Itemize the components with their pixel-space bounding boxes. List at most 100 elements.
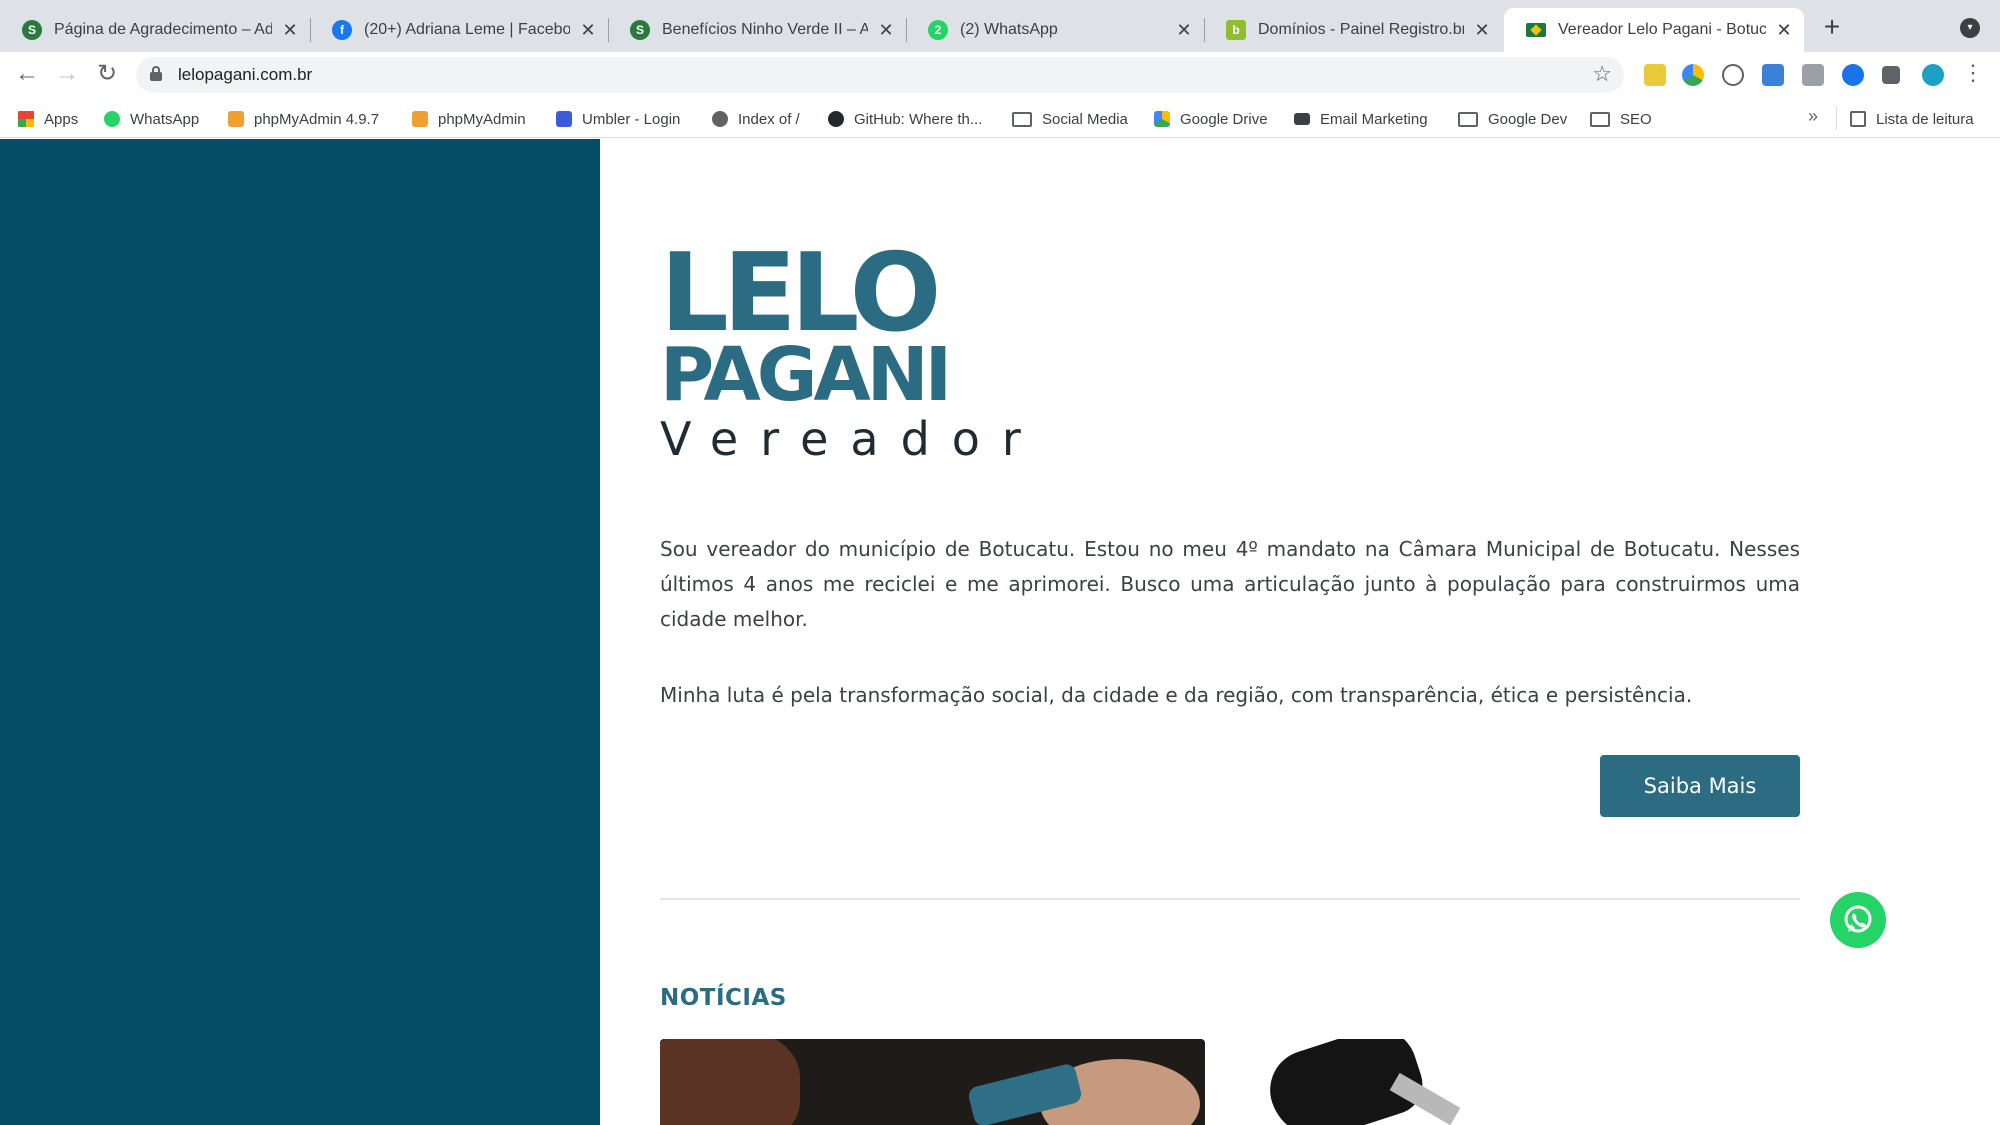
tab-label: (20+) Adriana Leme | Faceboo <box>364 21 570 38</box>
close-icon[interactable]: ✕ <box>1774 20 1794 41</box>
bookmark-label: GitHub: Where th... <box>854 110 983 128</box>
bookmark-label: Social Media <box>1042 110 1128 128</box>
bookmarks-bar: Apps WhatsApp phpMyAdmin 4.9.7 phpMyAdmi… <box>0 98 2000 138</box>
reading-list-button[interactable]: Lista de leitura <box>1850 108 1974 130</box>
lock-icon[interactable] <box>150 66 162 81</box>
bookmark-google-drive[interactable]: Google Drive <box>1154 108 1268 130</box>
news-heading: NOTÍCIAS <box>660 985 787 1011</box>
facebook-icon: f <box>332 20 352 40</box>
bookmark-apps[interactable]: Apps <box>18 108 78 130</box>
whatsapp-icon <box>104 111 120 127</box>
tab-whatsapp[interactable]: 2 (2) WhatsApp ✕ <box>906 8 1204 52</box>
bookmark-label: WhatsApp <box>130 110 200 128</box>
back-button[interactable]: ← <box>12 60 42 90</box>
tab-lelo-pagani[interactable]: Vereador Lelo Pagani - Botucat ✕ <box>1504 8 1804 52</box>
folder-icon <box>1590 111 1610 127</box>
tab-registro-br[interactable]: b Domínios - Painel Registro.br ✕ <box>1204 8 1502 52</box>
whatsapp-icon <box>1844 905 1872 933</box>
mission-paragraph: Minha luta é pela transformação social, … <box>660 683 1693 707</box>
close-icon[interactable]: ✕ <box>578 20 598 41</box>
envelope-icon <box>1294 113 1310 125</box>
folder-icon <box>1012 111 1032 127</box>
bookmark-label: phpMyAdmin <box>438 110 526 128</box>
address-bar[interactable]: lelopagani.com.br ☆ <box>136 57 1624 93</box>
bookmark-label: Google Drive <box>1180 110 1268 128</box>
close-icon[interactable]: ✕ <box>280 20 300 41</box>
tab-label: Domínios - Painel Registro.br <box>1258 21 1464 38</box>
bookmark-phpmyadmin[interactable]: phpMyAdmin <box>412 108 526 130</box>
intro-paragraph: Sou vereador do município de Botucatu. E… <box>660 537 1800 631</box>
bookmark-label: Apps <box>44 110 79 128</box>
check-extension-icon[interactable] <box>1842 64 1864 86</box>
web-page: LELO PAGANI Vereador Sou vereador do mun… <box>0 139 2000 1125</box>
bookmark-label: Index of / <box>738 110 800 128</box>
leaf-logo-icon: S <box>630 20 650 40</box>
whatsapp-icon: 2 <box>928 20 948 40</box>
bookmark-star-icon[interactable]: ☆ <box>1592 61 1612 87</box>
google-drive-icon <box>1154 111 1170 127</box>
tab-pagina-agradecimento[interactable]: S Página de Agradecimento – Ad ✕ <box>0 8 310 52</box>
globe-icon <box>712 111 728 127</box>
extension-icon[interactable] <box>1722 64 1744 86</box>
bookmark-github[interactable]: GitHub: Where th... <box>828 108 982 130</box>
bookmark-whatsapp[interactable]: WhatsApp <box>104 108 199 130</box>
translate-extension-icon[interactable] <box>1762 64 1784 86</box>
apps-grid-icon <box>18 111 34 127</box>
browser-menu-icon[interactable]: ⋮ <box>1962 62 1984 84</box>
tab-facebook[interactable]: f (20+) Adriana Leme | Faceboo ✕ <box>310 8 608 52</box>
new-tab-button[interactable]: + <box>1818 13 1846 42</box>
bookmark-label: Google Dev <box>1488 110 1568 128</box>
brazil-flag-icon <box>1526 23 1546 37</box>
tab-search-icon[interactable]: ▾ <box>1960 18 1980 38</box>
registro-br-icon: b <box>1226 20 1246 40</box>
color-picker-extension-icon[interactable] <box>1644 64 1666 86</box>
whatsapp-float-button[interactable] <box>1830 892 1886 948</box>
news-card-image-microphone[interactable] <box>1260 1039 1800 1125</box>
close-icon[interactable]: ✕ <box>876 20 896 41</box>
folder-icon <box>1458 111 1478 127</box>
tab-beneficios[interactable]: S Benefícios Ninho Verde II – Adr ✕ <box>608 8 906 52</box>
tab-label: (2) WhatsApp <box>960 21 1058 38</box>
bookmark-label: Email Marketing <box>1320 110 1428 128</box>
news-card-image-phone[interactable] <box>660 1039 1205 1125</box>
url-text[interactable]: lelopagani.com.br <box>178 65 312 85</box>
close-icon[interactable]: ✕ <box>1472 20 1492 41</box>
tab-label: Benefícios Ninho Verde II – Adr <box>662 21 868 38</box>
saiba-mais-button[interactable]: Saiba Mais <box>1600 755 1800 817</box>
section-divider <box>660 898 1800 900</box>
google-drive-extension-icon[interactable] <box>1682 64 1704 86</box>
bookmark-label: SEO <box>1620 110 1652 128</box>
extensions-puzzle-icon[interactable] <box>1882 66 1900 84</box>
logo-line-pagani: PAGANI <box>660 332 952 418</box>
bookmark-index-of[interactable]: Index of / <box>712 108 800 130</box>
tab-label: Vereador Lelo Pagani - Botucat <box>1558 21 1766 38</box>
bookmarks-separator <box>1836 106 1837 130</box>
profile-avatar-icon[interactable] <box>1922 64 1944 86</box>
reading-list-label: Lista de leitura <box>1876 110 1974 128</box>
umbler-icon <box>556 111 572 127</box>
camera-extension-icon[interactable] <box>1802 64 1824 86</box>
browser-toolbar: ← → ↻ lelopagani.com.br ☆ ⋮ <box>0 52 2000 98</box>
reload-button[interactable]: ↻ <box>92 60 122 90</box>
phpmyadmin-icon <box>412 111 428 127</box>
forward-button[interactable]: → <box>52 60 82 90</box>
bookmark-phpmyadmin-497[interactable]: phpMyAdmin 4.9.7 <box>228 108 379 130</box>
leaf-logo-icon: S <box>22 20 42 40</box>
more-bookmarks-chevron-icon[interactable]: » <box>1808 106 1818 127</box>
site-logo[interactable]: LELO PAGANI Vereador <box>660 239 1021 479</box>
close-icon[interactable]: ✕ <box>1174 20 1194 41</box>
bookmark-umbler[interactable]: Umbler - Login <box>556 108 680 130</box>
logo-line-vereador: Vereador <box>660 412 1043 466</box>
sidebar-panel <box>0 139 600 1125</box>
tab-label: Página de Agradecimento – Ad <box>54 21 272 38</box>
bookmark-email-marketing[interactable]: Email Marketing <box>1294 108 1428 130</box>
phpmyadmin-icon <box>228 111 244 127</box>
github-icon <box>828 111 844 127</box>
reading-list-icon <box>1850 111 1866 127</box>
bookmark-label: phpMyAdmin 4.9.7 <box>254 110 380 128</box>
bookmark-label: Umbler - Login <box>582 110 681 128</box>
tab-strip: S Página de Agradecimento – Ad ✕ f (20+)… <box>0 0 2000 52</box>
bookmark-folder-seo[interactable]: SEO <box>1590 108 1652 130</box>
bookmark-folder-google-dev[interactable]: Google Dev <box>1458 108 1567 130</box>
bookmark-folder-social-media[interactable]: Social Media <box>1012 108 1128 130</box>
